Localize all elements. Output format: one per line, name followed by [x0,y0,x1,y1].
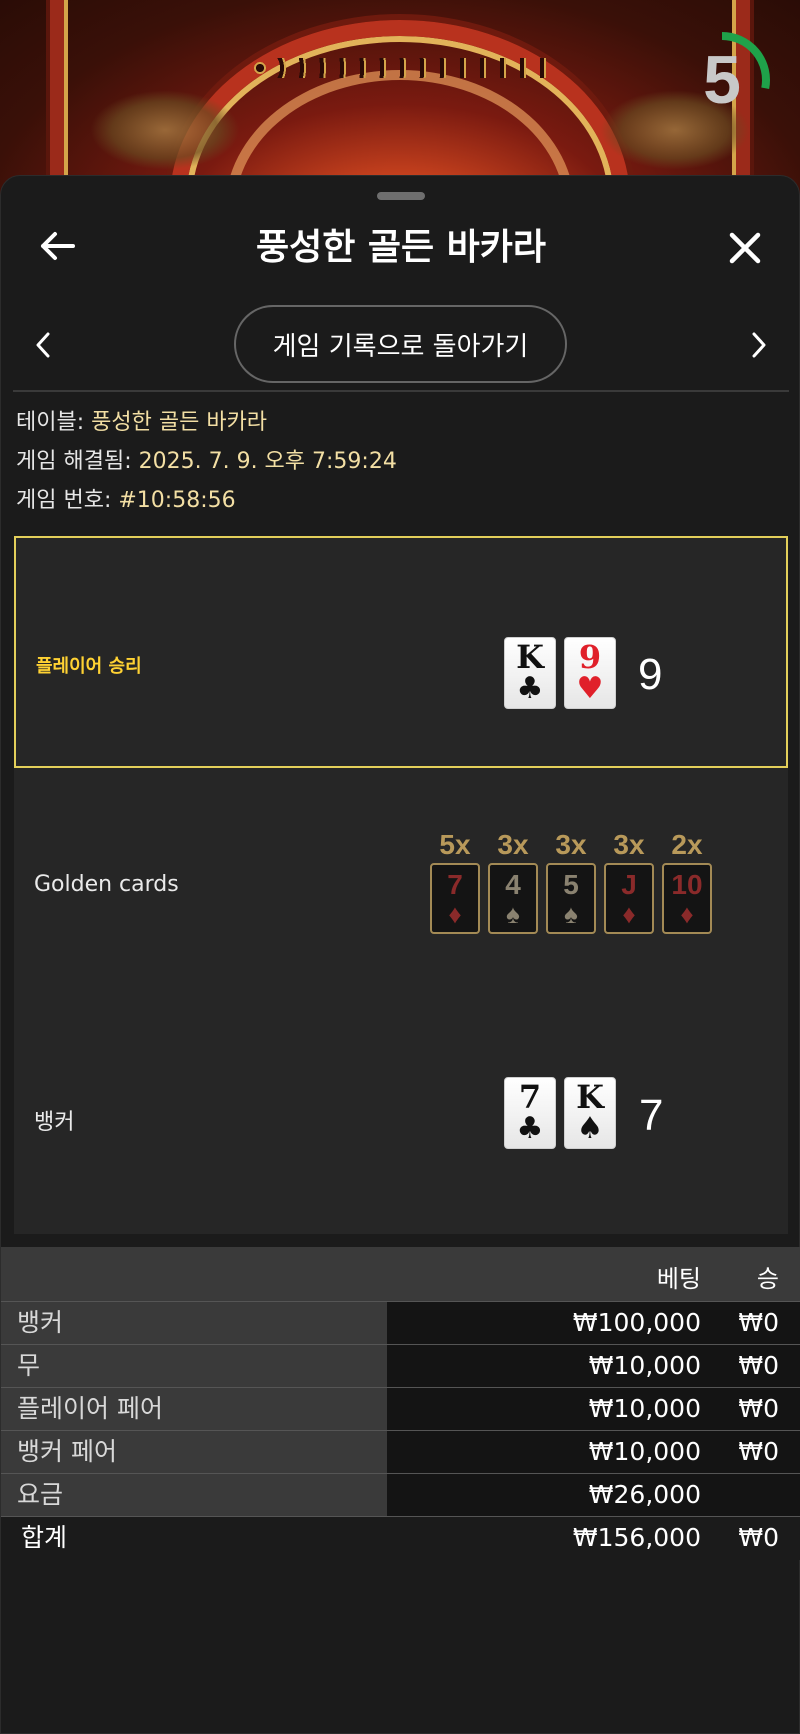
chevron-right-icon[interactable] [741,327,777,363]
bet-name: 플레이어 페어 [1,1388,387,1430]
page-title: 풍성한 골든 바카라 [255,227,547,268]
total-row: 합계 ₩156,000 ₩0 [1,1516,800,1560]
bets-table: 베팅 승 뱅커 ₩100,000 ₩0 무 ₩10,000 ₩0 플레이어 페어… [1,1247,800,1560]
card-rank: 5 [563,868,579,900]
total-label: 합계 [21,1523,68,1552]
table-row: 뱅커 페어 ₩10,000 ₩0 [1,1430,800,1473]
game-number-value: #10:58:56 [118,488,236,513]
card-rank: K [516,638,544,676]
card-rank: K [576,1078,604,1116]
golden-multiplier: 3x [613,829,645,860]
arch-studs [250,58,550,78]
golden-card-face: 4 ♠ [488,863,538,934]
banker-card-1: 7 ♣ [504,1077,556,1149]
card-suit: ♠ [506,898,520,929]
card-suit: ♦ [448,898,462,929]
table-info-value: 풍성한 골든 바카라 [91,410,268,435]
golden-card-face: 10 ♦ [662,863,712,934]
chevron-left-icon[interactable] [25,327,61,363]
card-rank: 7 [518,1078,542,1116]
table-info-label: 테이블: [16,410,92,435]
golden-multiplier: 3x [497,829,529,860]
bet-name: 뱅커 페어 [1,1431,387,1473]
resolved-info-label: 게임 해결됨: [16,449,139,474]
card-suit: ♦ [622,898,636,929]
golden-card-4: 3x J ♦ [604,827,654,934]
dragon-ornament-left [90,90,240,170]
golden-multiplier: 3x [555,829,587,860]
total-bet-amount: ₩156,000 [572,1523,701,1552]
golden-card-2: 3x 4 ♠ [488,827,538,934]
countdown-timer: 5 [672,30,772,130]
bet-amount: ₩10,000 [588,1351,701,1380]
card-suit: ♣ [516,1111,544,1146]
table-row: 플레이어 페어 ₩10,000 ₩0 [1,1387,800,1430]
table-row: 뱅커 ₩100,000 ₩0 [1,1301,800,1344]
card-suit: ♣ [516,671,544,706]
golden-card-5: 2x 10 ♦ [662,827,712,934]
player-score: 9 [638,650,663,699]
golden-card-face: 7 ♦ [430,863,480,934]
total-win-amount: ₩0 [738,1523,779,1552]
game-number-info: 게임 번호: #10:58:56 [16,486,236,516]
close-icon[interactable] [723,226,767,270]
timer-value: 5 [703,42,741,118]
bets-table-header: 베팅 승 [1,1247,800,1301]
drag-handle[interactable] [377,192,425,200]
card-suit: ♠ [576,1111,604,1146]
game-number-label: 게임 번호: [16,488,119,513]
card-rank: 4 [505,868,521,900]
golden-card-face: 5 ♠ [546,863,596,934]
player-card-2: 9 ♥ [564,637,616,709]
result-panel: 플레이어 승리 K ♣ 9 ♥ 9 Golden cards 5x 7 ♦ 3x… [14,536,788,1234]
table-row: 요금 ₩26,000 [1,1473,800,1516]
golden-card-1: 5x 7 ♦ [430,827,480,934]
win-amount: ₩0 [738,1437,779,1466]
player-win-label: 플레이어 승리 [36,656,142,677]
win-amount: ₩0 [738,1394,779,1423]
table-info: 테이블: 풍성한 골든 바카라 [16,408,267,438]
resolved-info-value: 2025. 7. 9. 오후 7:59:24 [138,449,397,474]
banker-score: 7 [639,1091,664,1140]
golden-multiplier: 2x [671,829,703,860]
player-card-1: K ♣ [504,637,556,709]
resolved-info: 게임 해결됨: 2025. 7. 9. 오후 7:59:24 [16,447,397,477]
card-rank: 10 [671,868,703,900]
golden-card-face: J ♦ [604,863,654,934]
golden-cards-row: 5x 7 ♦ 3x 4 ♠ 3x 5 ♠ 3x J ♦ 2x 10 ♦ [430,827,712,934]
bet-amount: ₩26,000 [588,1480,701,1509]
card-rank: 9 [578,638,602,676]
win-amount: ₩0 [738,1351,779,1380]
arrow-left-icon[interactable] [37,226,77,266]
bet-column-header: 베팅 [656,1265,701,1293]
win-column-header: 승 [756,1265,779,1293]
game-nav: 게임 기록으로 돌아가기 [1,303,800,383]
sheet-header: 풍성한 골든 바카라 [1,206,800,286]
bet-amount: ₩10,000 [588,1437,701,1466]
bet-name: 무 [1,1345,387,1387]
bet-amount: ₩100,000 [572,1308,701,1337]
divider [13,390,789,392]
golden-cards-label: Golden cards [34,872,179,897]
bet-amount: ₩10,000 [588,1394,701,1423]
banker-card-2: K ♠ [564,1077,616,1149]
banker-cards: 7 ♣ K ♠ [504,1077,616,1149]
back-to-history-button[interactable]: 게임 기록으로 돌아가기 [234,305,567,383]
table-row: 무 ₩10,000 ₩0 [1,1344,800,1387]
game-detail-sheet: 풍성한 골든 바카라 게임 기록으로 돌아가기 테이블: 풍성한 골든 바카라 … [0,175,800,1734]
bet-name: 뱅커 [1,1302,387,1344]
player-hand-box: 플레이어 승리 K ♣ 9 ♥ 9 [14,536,788,768]
card-rank: 7 [447,868,463,900]
card-suit: ♦ [680,898,694,929]
banker-label: 뱅커 [34,1110,75,1135]
golden-card-3: 3x 5 ♠ [546,827,596,934]
win-amount: ₩0 [738,1308,779,1337]
player-cards: K ♣ 9 ♥ [504,637,616,709]
bet-name: 요금 [1,1474,387,1516]
golden-multiplier: 5x [439,829,471,860]
card-suit: ♠ [564,898,578,929]
card-suit: ♥ [576,671,604,706]
card-rank: J [621,868,637,900]
